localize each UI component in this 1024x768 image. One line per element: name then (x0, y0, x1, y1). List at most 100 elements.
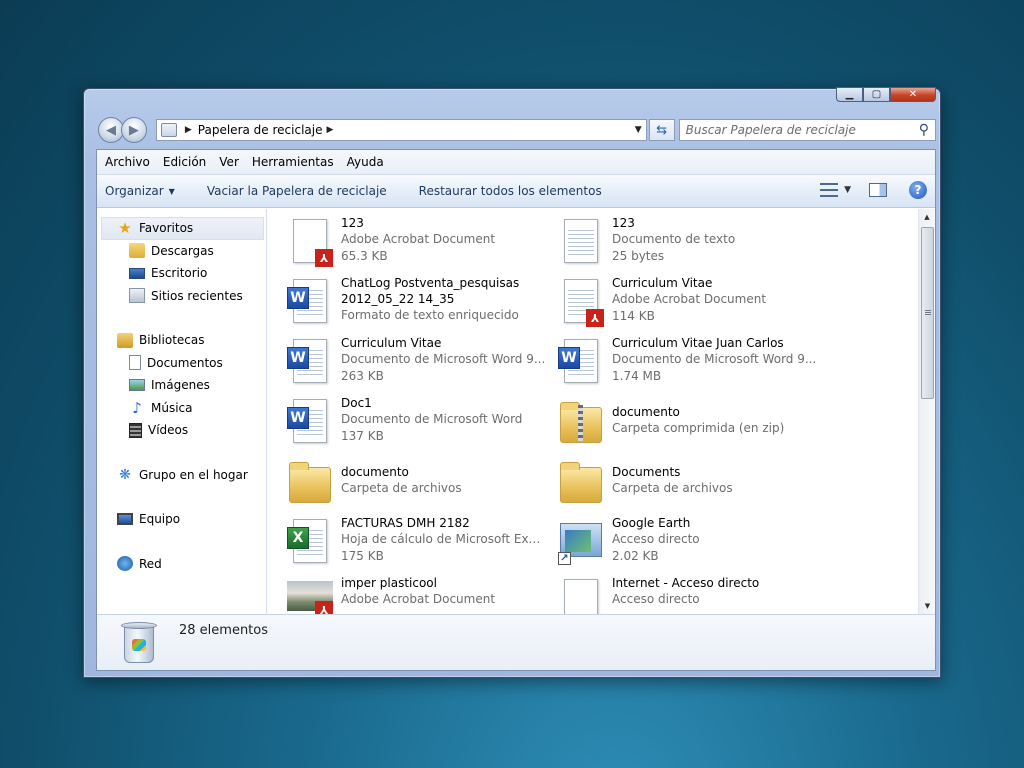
nav-favorites[interactable]: ★ Favoritos (101, 217, 264, 240)
nav-label: Escritorio (151, 266, 208, 281)
file-item[interactable]: documento Carpeta comprimida (en zip) (556, 395, 827, 455)
file-type: Carpeta comprimida (en zip) (612, 421, 785, 435)
file-name: FACTURAS DMH 2182 (341, 516, 470, 530)
breadcrumb-arrow-icon[interactable]: ▶ (326, 125, 333, 135)
close-icon: ✕ (908, 89, 918, 100)
organize-button[interactable]: Organizar ▼ (105, 184, 175, 198)
file-item[interactable]: documento Carpeta de archivos (285, 455, 556, 515)
search-input[interactable] (685, 123, 906, 137)
menu-ver[interactable]: Ver (219, 155, 239, 169)
file-list: ⅄ 123 Adobe Acrobat Document 65.3 KB 123… (267, 209, 935, 614)
maximize-icon: ▢ (871, 89, 882, 100)
nav-network[interactable]: Red (97, 553, 266, 576)
file-size: 263 KB (341, 369, 384, 383)
file-item[interactable]: Internet - Acceso directo Acceso directo (556, 575, 827, 614)
forward-button[interactable]: ▶ (120, 117, 147, 143)
refresh-button[interactable]: ⇆ (648, 119, 675, 141)
empty-recycle-bin-button[interactable]: Vaciar la Papelera de reciclaje (207, 184, 387, 198)
file-name: documento (341, 465, 409, 479)
film-strip-icon (129, 422, 142, 438)
menu-archivo[interactable]: Archivo (105, 155, 150, 169)
nav-item-descargas[interactable]: Descargas (97, 240, 266, 263)
toolbar-right: ▼ ? (820, 181, 927, 199)
nav-libraries[interactable]: Bibliotecas (97, 329, 266, 352)
file-name: documento (612, 405, 680, 419)
nav-label: Red (139, 556, 162, 571)
file-item[interactable]: Documents Carpeta de archivos (556, 455, 827, 515)
menu-herramientas[interactable]: Herramientas (252, 155, 334, 169)
file-item[interactable]: X FACTURAS DMH 2182 Hoja de cálculo de M… (285, 515, 556, 575)
recent-places-icon (129, 288, 145, 304)
explorer-frame: Archivo Edición Ver Herramientas Ayuda O… (96, 149, 936, 671)
file-item[interactable]: 123 Documento de texto 25 bytes (556, 215, 827, 275)
nav-label: Favoritos (139, 221, 194, 236)
nav-item-imagenes[interactable]: Imágenes (97, 374, 266, 397)
caption-buttons: ▁ ▢ ✕ (836, 87, 936, 103)
nav-label: Grupo en el hogar (139, 467, 248, 482)
nav-item-sitios-recientes[interactable]: Sitios recientes (97, 285, 266, 308)
nav-item-escritorio[interactable]: Escritorio (97, 262, 266, 285)
file-name: Doc1 (341, 396, 372, 410)
file-item[interactable]: ⅄ 123 Adobe Acrobat Document 65.3 KB (285, 215, 556, 275)
breadcrumb-location[interactable]: Papelera de reciclaje (198, 123, 323, 137)
file-item[interactable]: ⅄ Curriculum Vitae Adobe Acrobat Documen… (556, 275, 827, 335)
word-document-icon: W (556, 337, 606, 387)
address-bar[interactable]: ▶ Papelera de reciclaje ▶ ▼ (155, 119, 647, 141)
close-button[interactable]: ✕ (890, 87, 936, 102)
network-globe-icon (117, 556, 133, 572)
text-document-icon (556, 217, 606, 267)
nav-item-videos[interactable]: Vídeos (97, 419, 266, 442)
menu-edicion[interactable]: Edición (163, 155, 206, 169)
address-row: ◀ ▶ ▶ Papelera de reciclaje ▶ ▼ ⇆ ⚲ (98, 117, 936, 143)
restore-all-button[interactable]: Restaurar todos los elementos (419, 184, 602, 198)
word-document-icon: W (285, 397, 335, 447)
file-name: 123 (341, 216, 364, 230)
file-item[interactable]: ⅄ imper plasticool Adobe Acrobat Documen… (285, 575, 556, 614)
file-type: Adobe Acrobat Document (341, 232, 496, 246)
file-item[interactable]: W Doc1 Documento de Microsoft Word 137 K… (285, 395, 556, 455)
nav-computer[interactable]: Equipo (97, 508, 266, 531)
file-name: Google Earth (612, 516, 691, 530)
file-item[interactable]: W ChatLog Postventa_pesquisas 2012_05_22… (285, 275, 556, 335)
file-name: ChatLog Postventa_pesquisas (341, 276, 520, 290)
help-icon[interactable]: ? (909, 181, 927, 199)
menu-ayuda[interactable]: Ayuda (347, 155, 384, 169)
search-icon[interactable]: ⚲ (919, 122, 929, 138)
zip-folder-icon (556, 397, 606, 447)
nav-homegroup[interactable]: ❋ Grupo en el hogar (97, 464, 266, 487)
maximize-button[interactable]: ▢ (863, 87, 890, 102)
scrollbar-thumb[interactable] (921, 227, 934, 399)
file-item[interactable]: W Curriculum Vitae Documento de Microsof… (285, 335, 556, 395)
file-size: 175 KB (341, 549, 384, 563)
refresh-icon: ⇆ (656, 122, 668, 138)
view-options-chevron-icon[interactable]: ▼ (844, 185, 851, 195)
nav-item-documentos[interactable]: Documentos (97, 352, 266, 375)
preview-pane-icon[interactable] (869, 183, 887, 197)
file-name: Documents (612, 465, 681, 479)
change-view-icon[interactable] (820, 183, 839, 197)
nav-label: Vídeos (148, 423, 189, 438)
file-type: Documento de Microsoft Word 9... (341, 352, 546, 366)
scroll-down-icon[interactable]: ▼ (919, 598, 935, 614)
shortcut-icon: ↗ (556, 517, 606, 567)
file-type: Acceso directo (612, 592, 700, 606)
minimize-button[interactable]: ▁ (836, 87, 863, 102)
pdf-icon: ⅄ (556, 277, 606, 327)
grip-icon (925, 310, 931, 316)
file-type: Adobe Acrobat Document (612, 292, 767, 306)
vertical-scrollbar[interactable]: ▲ ▼ (918, 209, 935, 614)
address-dropdown-icon[interactable]: ▼ (635, 125, 642, 135)
file-item[interactable]: ↗ Google Earth Acceso directo 2.02 KB (556, 515, 827, 575)
scroll-up-icon[interactable]: ▲ (919, 209, 935, 225)
file-name: 123 (612, 216, 635, 230)
organize-label: Organizar (105, 184, 164, 198)
nav-label: Equipo (139, 512, 181, 527)
breadcrumb-arrow-icon[interactable]: ▶ (185, 125, 192, 135)
nav-item-musica[interactable]: ♪ Música (97, 397, 266, 420)
menu-bar: Archivo Edición Ver Herramientas Ayuda (97, 150, 935, 175)
file-item[interactable]: W Curriculum Vitae Juan Carlos Documento… (556, 335, 827, 395)
